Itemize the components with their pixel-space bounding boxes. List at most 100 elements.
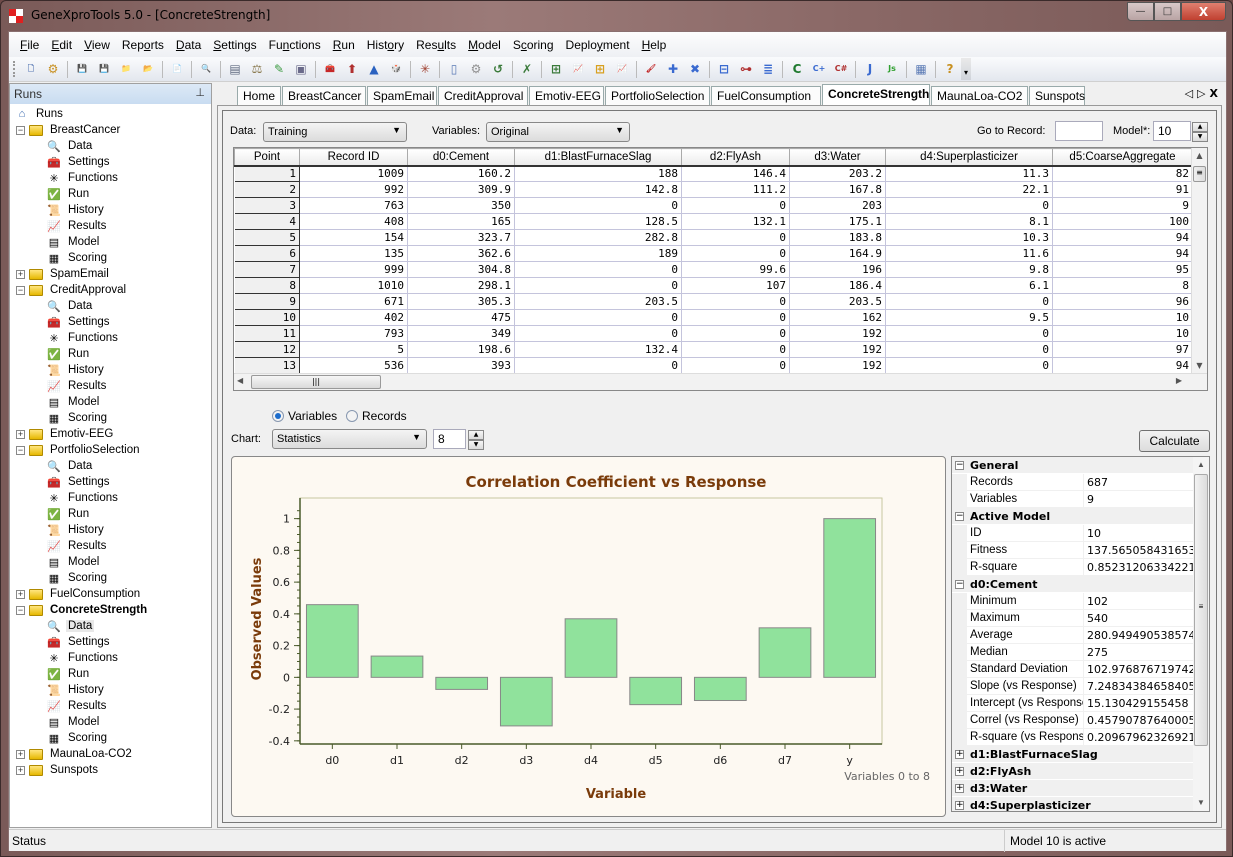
tree-item-results[interactable]: 📈 Results [10, 218, 211, 234]
tree-item-functions[interactable]: ✳ Functions [10, 490, 211, 506]
dice-icon[interactable]: 🎲 [387, 60, 405, 78]
table-cell[interactable]: 9.5 [885, 309, 1053, 326]
table-cell[interactable]: 1009 [299, 165, 408, 182]
column-header[interactable]: Point [234, 148, 300, 167]
tree-run-portfolioselection[interactable]: − PortfolioSelection [10, 442, 211, 458]
menu-edit[interactable]: Edit [45, 38, 78, 52]
code-c-icon[interactable]: C [788, 60, 806, 78]
table-row[interactable]: 8 1010 298.1 0 107 186.4 6.1 8 [234, 277, 1193, 294]
menu-view[interactable]: View [78, 38, 116, 52]
grid-icon[interactable]: ⊞ [547, 60, 565, 78]
tab-concretestrength[interactable]: ConcreteStrength [822, 84, 930, 105]
collapse-icon[interactable]: − [955, 460, 964, 470]
tree-item-data[interactable]: 🔍 Data [10, 618, 211, 634]
save-as-icon[interactable]: 💾 [95, 60, 113, 78]
table-cell[interactable]: 11.3 [885, 165, 1053, 182]
table-cell[interactable]: 0 [681, 309, 790, 326]
stepper-down-icon[interactable]: ▼ [1192, 132, 1208, 142]
expand-icon[interactable]: + [955, 766, 964, 776]
property-row[interactable]: Average 280.949490538574 [952, 627, 1193, 644]
column-header[interactable]: d0:Cement [407, 148, 515, 167]
tree-run-emotiv-eeg[interactable]: + Emotiv-EEG [10, 426, 211, 442]
tree-item-results[interactable]: 📈 Results [10, 698, 211, 714]
table-cell[interactable]: 10 [1052, 309, 1193, 326]
property-row[interactable]: Median 275 [952, 644, 1193, 661]
table-cell[interactable]: 95 [1052, 261, 1193, 278]
tree-item-functions[interactable]: ✳ Functions [10, 650, 211, 666]
table-cell[interactable]: 0 [514, 277, 682, 294]
table-cell[interactable]: 100 [1052, 213, 1193, 230]
functions-icon[interactable]: ✳ [416, 60, 434, 78]
scroll-down-icon[interactable]: ▼ [1192, 358, 1207, 374]
property-category[interactable]: + d1:BlastFurnaceSlag [952, 746, 1193, 763]
tree-item-data[interactable]: 🔍 Data [10, 458, 211, 474]
table-cell[interactable]: 298.1 [407, 277, 515, 294]
table-cell[interactable]: 309.9 [407, 181, 515, 198]
history-icon[interactable]: ↺ [489, 60, 507, 78]
property-row[interactable]: Intercept (vs Response 15.130429155458 [952, 695, 1193, 712]
row-header[interactable]: 2 [234, 181, 300, 198]
table-cell[interactable]: 154 [299, 229, 408, 246]
pin-icon[interactable]: ⊥ [195, 86, 205, 99]
tree-item-history[interactable]: 📜 History [10, 202, 211, 218]
table-row[interactable]: 7 999 304.8 0 99.6 196 9.8 95 [234, 261, 1193, 278]
table-cell[interactable]: 198.6 [407, 341, 515, 358]
expand-icon[interactable]: + [16, 749, 25, 759]
tree-item-functions[interactable]: ✳ Functions [10, 170, 211, 186]
code-cpp-icon[interactable]: C+ [810, 60, 828, 78]
tree-item-model[interactable]: ▤ Model [10, 234, 211, 250]
table-cell[interactable]: 9.8 [885, 261, 1053, 278]
property-value[interactable]: 540 [1084, 610, 1193, 626]
row-header[interactable]: 1 [234, 165, 300, 182]
table-cell[interactable]: 175.1 [789, 213, 886, 230]
property-row[interactable]: ID 10 [952, 525, 1193, 542]
tree-item-history[interactable]: 📜 History [10, 522, 211, 538]
table-cell[interactable]: 992 [299, 181, 408, 198]
property-category[interactable]: − General [952, 457, 1193, 474]
table-cell[interactable]: 132.1 [681, 213, 790, 230]
tab-close-icon[interactable]: X [1210, 87, 1222, 100]
grid-horizontal-scrollbar[interactable]: ◀ ||| ▶ [234, 373, 1207, 390]
table-cell[interactable]: 350 [407, 197, 515, 214]
tree-item-model[interactable]: ▤ Model [10, 714, 211, 730]
table-cell[interactable]: 0 [681, 293, 790, 310]
table-cell[interactable]: 11.6 [885, 245, 1053, 262]
tab-creditapproval[interactable]: CreditApproval [438, 86, 528, 105]
tree-item-scoring[interactable]: ▦ Scoring [10, 250, 211, 266]
help-icon[interactable]: ? [941, 60, 959, 78]
tab-portfolioselection[interactable]: PortfolioSelection [605, 86, 710, 105]
table-cell[interactable]: 203.5 [789, 293, 886, 310]
table-row[interactable]: 13 536 393 0 0 192 0 94 [234, 357, 1193, 374]
scroll-left-icon[interactable]: ◀ [237, 376, 243, 385]
property-row[interactable]: Variables 9 [952, 491, 1193, 508]
table-cell[interactable]: 8 [1052, 277, 1193, 294]
table-cell[interactable]: 475 [407, 309, 515, 326]
menu-reports[interactable]: Reports [116, 38, 170, 52]
table-cell[interactable]: 0 [681, 245, 790, 262]
hierarchy-icon[interactable]: ⊶ [737, 60, 755, 78]
row-header[interactable]: 8 [234, 277, 300, 294]
toolbar-grip[interactable] [13, 61, 16, 77]
tab-spamemail[interactable]: SpamEmail [367, 86, 437, 105]
table-cell[interactable]: 146.4 [681, 165, 790, 182]
menu-results[interactable]: Results [410, 38, 462, 52]
table-cell[interactable]: 196 [789, 261, 886, 278]
tree-item-functions[interactable]: ✳ Functions [10, 330, 211, 346]
chart-icon[interactable]: 📈 [569, 60, 587, 78]
property-row[interactable]: Slope (vs Response)7.24834384658405E-0 [952, 678, 1193, 695]
table-cell[interactable]: 162 [789, 309, 886, 326]
column-header[interactable]: d4:Superplasticizer [885, 148, 1053, 167]
tab-next-icon[interactable]: ▷ [1197, 87, 1209, 100]
tree-item-run[interactable]: ✅ Run [10, 666, 211, 682]
data-info-icon[interactable]: ▣ [292, 60, 310, 78]
table-cell[interactable]: 0 [885, 325, 1053, 342]
property-category[interactable]: + d4:Superplasticizer [952, 797, 1193, 811]
property-value[interactable]: 275 [1084, 644, 1193, 660]
table-cell[interactable]: 402 [299, 309, 408, 326]
table-row[interactable]: 10 402 475 0 0 162 9.5 10 [234, 309, 1193, 326]
tree-run-breastcancer[interactable]: − BreastCancer [10, 122, 211, 138]
calculate-button[interactable]: Calculate [1139, 430, 1210, 452]
column-header[interactable]: d2:FlyAsh [681, 148, 790, 167]
table-cell[interactable]: 192 [789, 325, 886, 342]
open-run-icon[interactable]: ⚙ [44, 60, 62, 78]
